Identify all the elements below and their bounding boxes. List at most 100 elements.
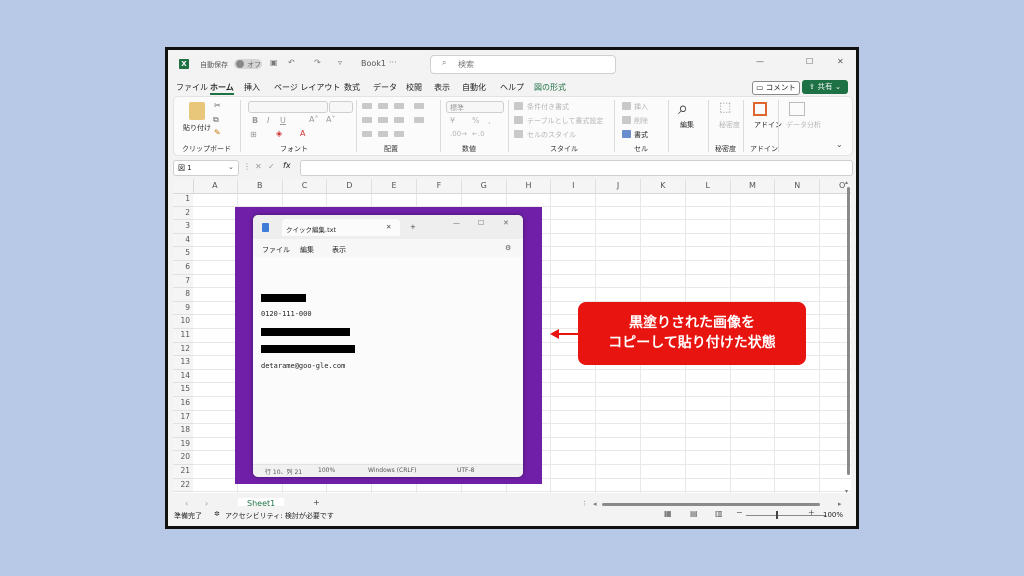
comment-button[interactable]: ▭ コメント <box>752 81 800 95</box>
row-header[interactable]: 18 <box>173 424 193 438</box>
analyze-data-icon[interactable] <box>789 102 805 116</box>
sensitivity-button[interactable]: 秘密度 <box>719 120 740 130</box>
align-right-icon[interactable] <box>394 117 404 123</box>
row-header[interactable]: 20 <box>173 451 193 465</box>
column-header[interactable]: M <box>730 179 776 194</box>
add-ins-icon[interactable] <box>753 102 767 116</box>
tab-review[interactable]: 校閲 <box>406 82 422 93</box>
editing-button[interactable]: 編集 <box>680 120 694 130</box>
tab-view[interactable]: 表示 <box>434 82 450 93</box>
paste-icon[interactable] <box>189 102 205 120</box>
row-header[interactable]: 17 <box>173 410 193 425</box>
bold-icon[interactable]: B <box>252 116 258 125</box>
column-header[interactable]: A <box>193 179 238 194</box>
format-as-table-button[interactable]: テーブルとして書式設定 <box>527 116 603 126</box>
filename-more[interactable]: ··· <box>389 58 397 67</box>
formula-input[interactable] <box>300 160 853 176</box>
save-icon[interactable]: ▣ <box>270 58 278 67</box>
tab-data[interactable]: データ <box>373 82 397 93</box>
font-size-select[interactable] <box>329 101 353 113</box>
scroll-up-icon[interactable]: ▴ <box>845 179 848 186</box>
column-header[interactable]: I <box>551 179 597 194</box>
cancel-icon[interactable]: ✕ <box>255 162 262 171</box>
redo-icon[interactable]: ↷ <box>314 58 321 67</box>
row-header[interactable]: 19 <box>173 437 193 452</box>
row-header[interactable]: 3 <box>173 220 193 234</box>
column-header[interactable]: C <box>282 179 328 194</box>
align-bottom-icon[interactable] <box>394 103 404 109</box>
tab-insert[interactable]: 挿入 <box>244 82 260 93</box>
align-middle-icon[interactable] <box>378 103 388 109</box>
italic-icon[interactable]: I <box>267 116 269 125</box>
insert-cells-button[interactable]: 挿入 <box>634 102 648 112</box>
row-header[interactable]: 11 <box>173 329 193 343</box>
select-all-corner[interactable] <box>173 179 194 194</box>
indent-decrease-icon[interactable] <box>362 131 372 137</box>
delete-cells-button[interactable]: 削除 <box>634 116 648 126</box>
collapse-ribbon-icon[interactable]: ⌄ <box>836 140 843 149</box>
copy-icon[interactable]: ⧉ <box>213 115 219 125</box>
number-format-select[interactable]: 標準 <box>446 101 504 113</box>
close-icon[interactable]: ✕ <box>837 57 844 66</box>
column-header[interactable]: D <box>327 179 373 194</box>
normal-view-icon[interactable]: ▦ <box>664 509 672 518</box>
row-header[interactable]: 2 <box>173 206 193 221</box>
increase-decimal-icon[interactable]: .00→ <box>450 130 467 138</box>
tab-picture-format[interactable]: 図の形式 <box>534 82 566 93</box>
column-header[interactable]: G <box>461 179 507 194</box>
align-center-icon[interactable] <box>378 117 388 123</box>
conditional-format-button[interactable]: 条件付き書式 <box>527 102 569 112</box>
find-icon[interactable]: ⌕ <box>678 98 688 119</box>
orientation-icon[interactable] <box>394 131 404 137</box>
tab-file[interactable]: ファイル <box>176 82 208 93</box>
align-top-icon[interactable] <box>362 103 372 109</box>
row-header[interactable]: 8 <box>173 288 193 302</box>
maximize-icon[interactable]: ☐ <box>806 57 813 66</box>
undo-icon[interactable]: ↶ <box>288 58 295 67</box>
insert-function-button[interactable]: fx <box>283 161 291 170</box>
minimize-icon[interactable]: — <box>756 57 764 66</box>
grow-font-icon[interactable]: A˄ <box>309 115 318 124</box>
tab-page-layout[interactable]: ページ レイアウト <box>274 82 340 93</box>
zoom-level[interactable]: 100% <box>823 511 843 519</box>
accessibility-status[interactable]: アクセシビリティ: 検討が必要です <box>225 511 334 521</box>
indent-increase-icon[interactable] <box>378 131 388 137</box>
column-header[interactable]: H <box>506 179 552 194</box>
row-header[interactable]: 12 <box>173 342 193 357</box>
fill-color-icon[interactable]: ◈ <box>276 129 282 138</box>
row-header[interactable]: 13 <box>173 356 193 370</box>
sensitivity-icon[interactable]: ⬚ <box>719 100 731 115</box>
column-header[interactable]: N <box>775 179 821 194</box>
wrap-text-icon[interactable] <box>414 103 424 109</box>
borders-icon[interactable]: ⊞ <box>250 130 257 139</box>
cell-styles-button[interactable]: セルのスタイル <box>527 130 576 140</box>
shrink-font-icon[interactable]: A˅ <box>326 115 335 124</box>
page-layout-view-icon[interactable]: ▤ <box>690 509 698 518</box>
cut-icon[interactable]: ✂ <box>214 101 221 110</box>
zoom-slider-thumb[interactable] <box>776 511 778 519</box>
row-header[interactable]: 21 <box>173 465 193 479</box>
merge-center-icon[interactable] <box>414 117 424 123</box>
comma-icon[interactable]: , <box>488 116 491 125</box>
search-box[interactable]: ⌕ 検索 <box>430 55 616 74</box>
row-header[interactable]: 7 <box>173 274 193 289</box>
tab-home[interactable]: ホーム <box>210 82 234 95</box>
customize-icon[interactable]: ▿ <box>338 58 342 67</box>
column-header[interactable]: E <box>372 179 417 194</box>
row-header[interactable]: 4 <box>173 233 193 248</box>
row-header[interactable]: 6 <box>173 261 193 275</box>
tab-help[interactable]: ヘルプ <box>500 82 524 93</box>
row-header[interactable]: 15 <box>173 383 193 397</box>
currency-icon[interactable]: ¥ <box>450 116 455 125</box>
row-header[interactable]: 16 <box>173 397 193 411</box>
share-button[interactable]: ⇪ 共有 ⌄ <box>802 80 848 94</box>
percent-icon[interactable]: % <box>472 116 480 125</box>
row-header[interactable]: 22 <box>173 478 193 493</box>
column-header[interactable]: K <box>641 179 686 194</box>
font-color-icon[interactable]: A <box>300 129 305 138</box>
font-name-select[interactable] <box>248 101 328 113</box>
vertical-scrollbar[interactable] <box>847 187 850 475</box>
enter-icon[interactable]: ✓ <box>268 162 275 171</box>
tab-automate[interactable]: 自動化 <box>462 82 486 93</box>
format-cells-button[interactable]: 書式 <box>634 130 648 140</box>
